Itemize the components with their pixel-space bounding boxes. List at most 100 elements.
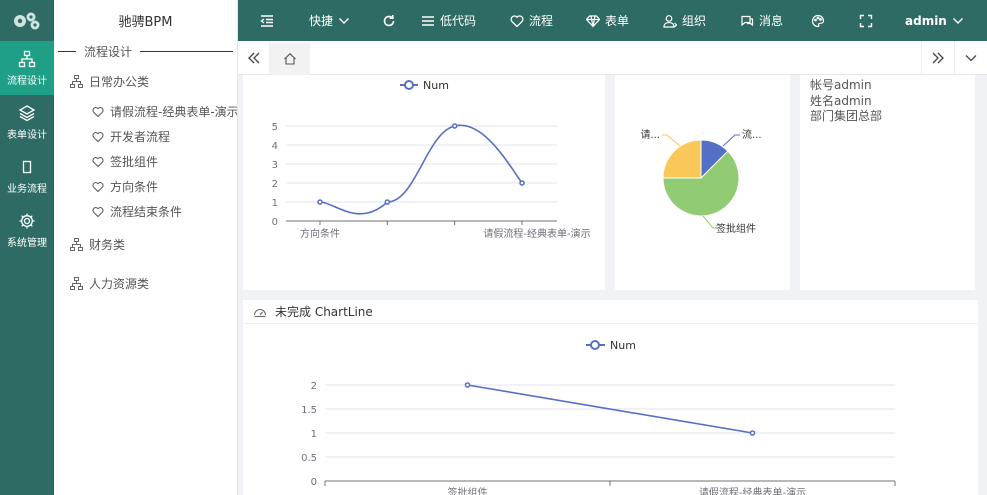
left-rail: 流程设计 表单设计 业务流程 系统管理 [0, 0, 54, 495]
sidebar-item-label: 请假流程-经典表单-演示 [110, 105, 237, 119]
y-tick-label: 2 [272, 179, 278, 190]
refresh-button[interactable] [382, 0, 396, 41]
org-menu-button[interactable]: 组织 [663, 0, 706, 41]
series-line [319, 124, 523, 215]
org-chart-icon [70, 74, 83, 88]
form-label: 表单 [605, 14, 630, 28]
chat-icon [741, 15, 754, 26]
theme-button[interactable] [811, 0, 825, 41]
x-tick-label: 请假流程-经典表单-演示 [483, 227, 590, 240]
tab-home[interactable] [270, 41, 310, 75]
pie-chart: 流... 签批组件 请... [640, 128, 762, 235]
y-tick-label: 2 [311, 381, 317, 392]
data-point[interactable] [749, 430, 756, 436]
line-chart: Num 0 1 2 3 4 5 方向条件 请假流程-经典表单-演示 [272, 79, 591, 240]
user-menu-button[interactable]: admin [905, 0, 964, 41]
rail-item-label: 表单设计 [7, 129, 47, 141]
chevron-down-icon [965, 55, 977, 62]
data-point[interactable] [451, 123, 458, 129]
heart-icon [92, 106, 104, 117]
org-label: 组织 [682, 14, 707, 28]
chartline-card-header: 未完成 ChartLine [243, 300, 978, 324]
slice-label: 流... [742, 128, 762, 141]
sidebar-group-label: 人力资源类 [89, 276, 150, 291]
y-tick-label: 0 [311, 477, 317, 488]
rail-item-business-flow[interactable]: 业务流程 [0, 149, 54, 203]
account-row: 帐号admin [810, 78, 965, 94]
data-point[interactable] [317, 199, 323, 205]
chevron-down-icon [952, 17, 963, 24]
message-menu-button[interactable]: 消息 [740, 0, 783, 41]
dashboard-icon [253, 308, 267, 317]
sidebar-group-hr[interactable]: 人力资源类 [54, 271, 237, 295]
logo-gears-icon [0, 0, 54, 41]
pie-chart-card: 流... 签批组件 请... [615, 75, 790, 290]
collapse-menu-button[interactable] [260, 0, 274, 41]
y-tick-label: 4 [272, 141, 278, 152]
chartline-title: 未完成 ChartLine [275, 305, 373, 319]
user-name: admin [905, 13, 947, 28]
sidebar-group-finance[interactable]: 财务类 [54, 232, 237, 256]
sidebar-item-sign-component[interactable]: 签批组件 [54, 149, 237, 174]
chevron-down-icon [339, 17, 350, 24]
legend-label: Num [610, 339, 636, 352]
y-tick-label: 0.5 [301, 453, 317, 464]
name-row: 姓名admin [810, 94, 965, 110]
y-tick-label: 1.5 [301, 405, 317, 416]
form-menu-button[interactable]: 表单 [586, 0, 629, 41]
sidebar-item-end-condition[interactable]: 流程结束条件 [54, 199, 237, 224]
heart-icon [92, 156, 104, 167]
y-tick-label: 1 [272, 198, 278, 209]
legend-label: Num [423, 79, 449, 92]
rail-item-form-design[interactable]: 表单设计 [0, 95, 54, 149]
user-info-card: 帐号admin 姓名admin 部门集团总部 [800, 75, 975, 290]
rail-item-flow-design[interactable]: 流程设计 [0, 41, 54, 95]
heart-icon [510, 14, 524, 27]
dept-row: 部门集团总部 [810, 109, 965, 125]
org-chart-icon [18, 50, 36, 67]
rail-item-label: 流程设计 [7, 75, 47, 87]
data-point[interactable] [464, 382, 471, 388]
diamond-icon [586, 14, 600, 27]
x-tick-label: 方向条件 [300, 227, 340, 240]
data-point[interactable] [519, 180, 525, 186]
heart-icon [92, 206, 104, 217]
x-tick-label: 签批组件 [448, 486, 488, 495]
label-line [662, 134, 681, 147]
home-icon [284, 53, 296, 65]
tabs-scroll-right-button[interactable] [921, 41, 954, 75]
double-chevron-right-icon [932, 52, 944, 64]
sidebar-group-daily-office[interactable]: 日常办公类 [54, 69, 237, 93]
top-navbar: 快捷 低代码 流程 表单 组织 消息 admin [238, 0, 987, 41]
account-value: admin [834, 78, 872, 92]
gear-icon [19, 213, 35, 228]
label-line [722, 134, 740, 147]
user-group-icon [663, 14, 677, 28]
chartline-card: 未完成 ChartLine Num 0 0.5 1 1.5 2 签批组件 请假流程-经典表… [243, 300, 978, 495]
sidebar-item-direction-condition[interactable]: 方向条件 [54, 174, 237, 199]
lowcode-label: 低代码 [440, 14, 477, 28]
app-title: 驰骋BPM [118, 15, 173, 30]
rail-item-label: 系统管理 [7, 237, 47, 249]
sidebar-item-leave-flow[interactable]: 请假流程-经典表单-演示 [54, 99, 237, 124]
dept-value: 集团总部 [834, 109, 883, 123]
rail-item-system-admin[interactable]: 系统管理 [0, 203, 54, 257]
y-tick-label: 0 [272, 217, 278, 228]
name-label: 姓名 [810, 93, 835, 108]
org-chart-icon [70, 276, 83, 290]
tabs-menu-button[interactable] [954, 41, 987, 75]
lowcode-menu-button[interactable]: 低代码 [421, 0, 476, 41]
quick-menu-button[interactable]: 快捷 [309, 0, 350, 41]
list-icon [422, 15, 434, 26]
fullscreen-button[interactable] [859, 0, 873, 41]
data-point[interactable] [384, 199, 391, 205]
heart-icon [92, 181, 104, 192]
pie-slice[interactable] [662, 139, 702, 179]
tabs-scroll-left-button[interactable] [238, 41, 270, 75]
sidebar-section-divider: 流程设计 [54, 41, 237, 61]
flow-menu-button[interactable]: 流程 [510, 0, 553, 41]
sidebar-item-developer-flow[interactable]: 开发者流程 [54, 124, 237, 149]
palette-icon [811, 14, 825, 27]
sidebar-item-label: 流程结束条件 [110, 205, 183, 219]
heart-icon [92, 131, 104, 142]
